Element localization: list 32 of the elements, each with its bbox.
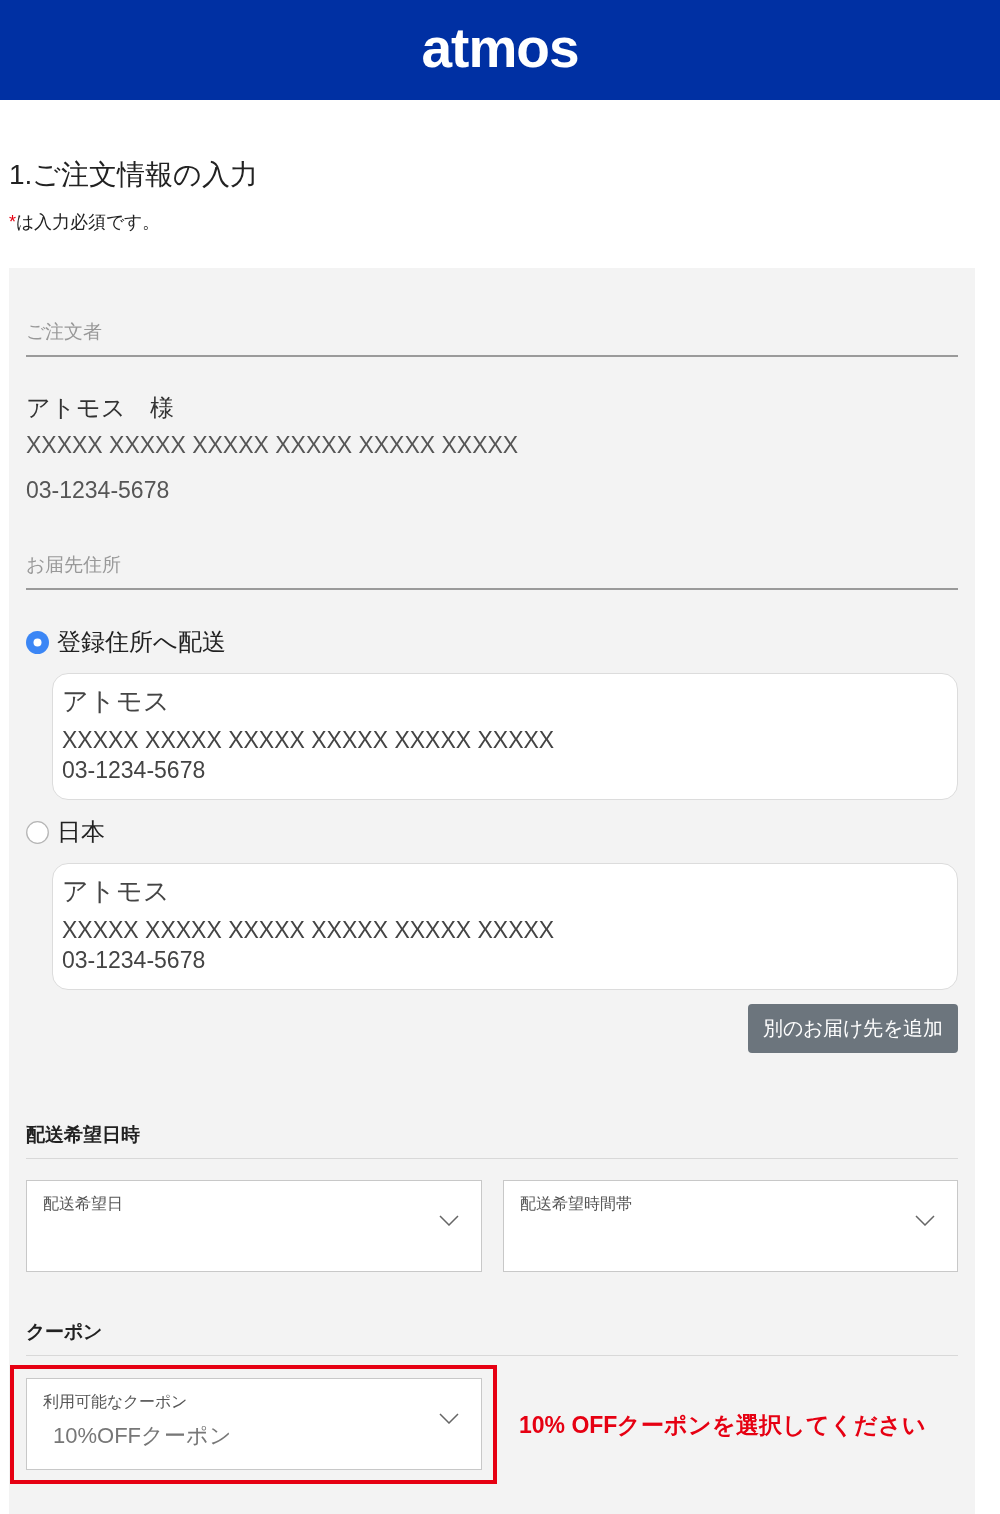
coupon-select[interactable]: 利用可能なクーポン 10%OFFクーポン <box>26 1378 482 1470</box>
recipient-address: XXXXX XXXXX XXXXX XXXXX XXXXX XXXXX <box>62 726 555 755</box>
recipient-phone: 03-1234-5678 <box>62 756 206 785</box>
select-label: 配送希望時間帯 <box>519 1194 632 1214</box>
recipient-address: XXXXX XXXXX XXXXX XXXXX XXXXX XXXXX <box>62 916 555 945</box>
chevron-down-icon <box>915 1214 935 1226</box>
radio-label[interactable]: 日本 <box>57 817 105 847</box>
section-label: お届先住所 <box>26 553 121 577</box>
radio-button[interactable] <box>26 820 49 844</box>
required-note: *は入力必須です。 <box>9 211 160 234</box>
radio-label[interactable]: 登録住所へ配送 <box>57 627 226 657</box>
radio-button[interactable] <box>26 630 49 654</box>
dropdown-select[interactable]: 配送希望時間帯 <box>502 1180 958 1272</box>
section-label: ご注文者 <box>26 320 102 344</box>
select-label: 配送希望日 <box>43 1194 123 1214</box>
orderer-phone: 03-1234-5678 <box>26 476 170 505</box>
orderer-address: XXXXX XXXXX XXXXX XXXXX XXXXX XXXXX <box>26 431 519 460</box>
recipient-name: アトモス <box>62 686 170 716</box>
page-title: 1.ご注文情報の入力 <box>9 158 259 192</box>
orderer-name: アトモス 様 <box>26 393 174 423</box>
brand-logo: atmos <box>421 20 579 76</box>
chevron-down-icon <box>439 1412 459 1424</box>
select-value: 10%OFFクーポン <box>52 1422 233 1450</box>
dropdown-select[interactable]: 配送希望日 <box>26 1180 482 1272</box>
chevron-down-icon <box>438 1214 459 1226</box>
select-label: 利用可能なクーポン <box>43 1392 187 1412</box>
section-heading: 配送希望日時 <box>26 1123 140 1147</box>
recipient-phone: 03-1234-5678 <box>62 946 206 975</box>
annotation-text: 10% OFFクーポンを選択してください <box>519 1410 927 1440</box>
recipient-name: アトモス <box>62 876 170 906</box>
add-address-button[interactable]: 別のお届け先を追加 <box>748 1004 958 1053</box>
section-heading: クーポン <box>26 1320 102 1344</box>
